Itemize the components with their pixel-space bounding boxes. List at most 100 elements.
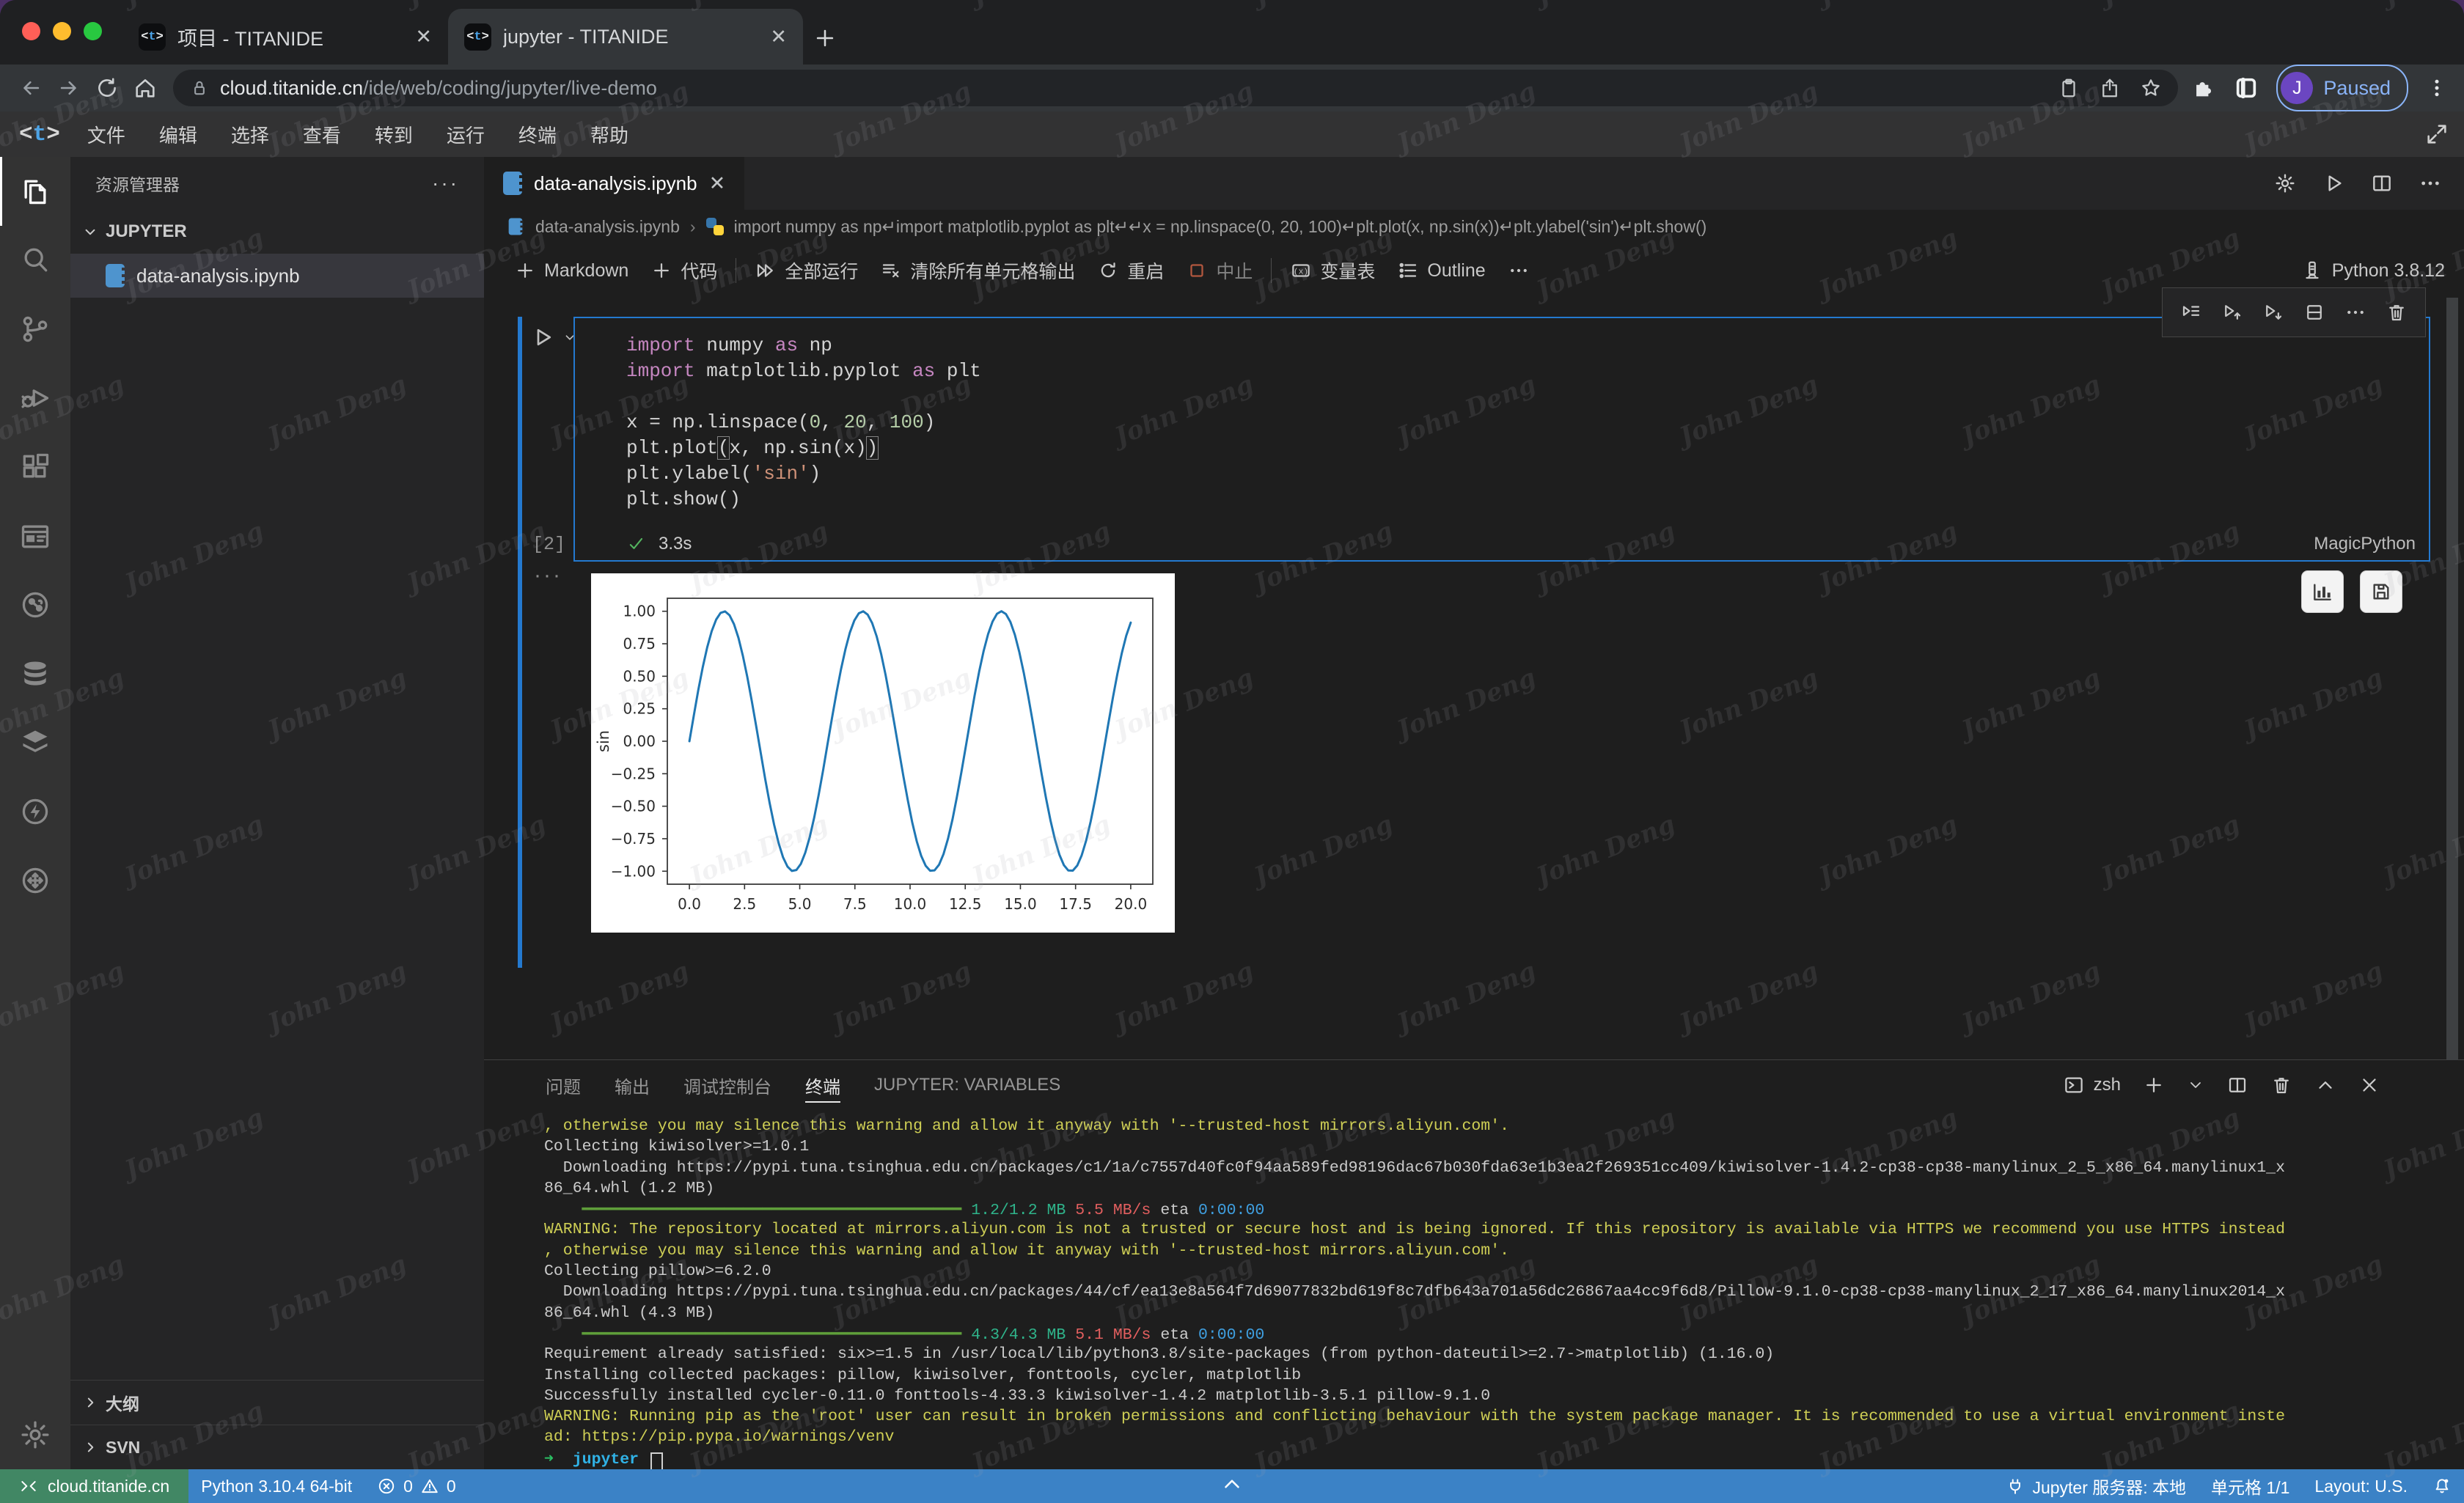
delete-cell-button[interactable] — [2380, 295, 2413, 329]
menu-file[interactable]: 文件 — [70, 117, 142, 151]
output-options-icon[interactable]: ··· — [534, 563, 562, 588]
save-output-button[interactable] — [2360, 570, 2402, 613]
sidebar-more-actions[interactable]: ··· — [432, 172, 459, 195]
breadcrumb-file[interactable]: data-analysis.ipynb — [535, 217, 680, 237]
editor-tab-notebook[interactable]: data-analysis.ipynb ✕ — [484, 157, 744, 210]
expand-fullscreen-icon[interactable] — [2424, 122, 2449, 147]
menu-selection[interactable]: 选择 — [214, 117, 286, 151]
maximize-panel-chevron-icon[interactable] — [2314, 1074, 2336, 1096]
browser-tab-project[interactable]: <t> 项目 - TITANIDE ✕ — [122, 9, 448, 65]
menu-help[interactable]: 帮助 — [573, 117, 645, 151]
activity-source-control[interactable] — [0, 295, 70, 364]
run-cell-icon[interactable] — [529, 324, 556, 350]
browser-profile-chip[interactable]: J Paused — [2276, 65, 2408, 111]
close-tab-icon[interactable]: ✕ — [415, 26, 432, 48]
activity-explorer[interactable] — [0, 157, 70, 226]
cell-language-label[interactable]: MagicPython — [2314, 534, 2416, 554]
close-editor-tab-icon[interactable]: ✕ — [709, 172, 726, 195]
reload-button[interactable] — [88, 69, 126, 107]
split-cell-button[interactable] — [2298, 295, 2331, 329]
clipboard-icon[interactable] — [2058, 77, 2080, 99]
new-terminal-plus-icon[interactable] — [2143, 1074, 2165, 1096]
code-editor[interactable]: import numpy as npimport matplotlib.pypl… — [626, 334, 2414, 514]
home-button[interactable] — [126, 69, 164, 107]
clear-outputs-button[interactable]: 清除所有单元格输出 — [869, 252, 1086, 289]
terminal-dropdown-chevron-icon[interactable] — [2187, 1076, 2204, 1094]
sidebar-section-svn[interactable]: SVN — [70, 1425, 484, 1469]
activity-run-debug[interactable] — [0, 364, 70, 433]
activity-extensions[interactable] — [0, 433, 70, 501]
menu-edit[interactable]: 编辑 — [142, 117, 214, 151]
activity-remote-tools[interactable] — [0, 846, 70, 915]
activity-database[interactable] — [0, 639, 70, 708]
code-cell[interactable]: import numpy as npimport matplotlib.pypl… — [573, 317, 2430, 562]
variables-button[interactable]: (x) 变量表 — [1279, 252, 1386, 289]
menu-view[interactable]: 查看 — [286, 117, 358, 151]
change-presentation-button[interactable] — [2301, 570, 2344, 613]
activity-browser-preview[interactable] — [0, 501, 70, 570]
split-terminal-icon[interactable] — [2226, 1074, 2248, 1096]
kebab-menu-icon[interactable] — [2426, 77, 2448, 99]
sidebar-file-notebook[interactable]: data-analysis.ipynb — [70, 254, 484, 298]
bookmark-star-icon[interactable] — [2140, 77, 2162, 99]
sidebar-section-outline[interactable]: 大纲 — [70, 1380, 484, 1425]
breadcrumb-cell-code[interactable]: import numpy as np↵import matplotlib.pyp… — [734, 217, 1707, 237]
execute-below-button[interactable] — [2256, 295, 2290, 329]
add-markdown-button[interactable]: Markdown — [503, 252, 639, 289]
new-tab-button[interactable] — [803, 16, 847, 60]
sidebar-section-jupyter[interactable]: JUPYTER — [70, 210, 484, 254]
more-actions-icon[interactable] — [2419, 172, 2442, 195]
execute-by-line-button[interactable] — [2174, 295, 2208, 329]
remote-indicator[interactable]: cloud.titanide.cn — [0, 1469, 188, 1503]
panel-tab-output[interactable]: 输出 — [615, 1060, 650, 1110]
activity-project-graph[interactable] — [0, 570, 70, 639]
notebook-settings-gear-icon[interactable] — [2273, 172, 2297, 195]
menu-goto[interactable]: 转到 — [358, 117, 430, 151]
browser-tab-jupyter[interactable]: <t> jupyter - TITANIDE ✕ — [448, 9, 803, 65]
close-panel-icon[interactable] — [2358, 1074, 2380, 1096]
menu-terminal[interactable]: 终端 — [502, 117, 573, 151]
back-button[interactable] — [12, 69, 50, 107]
panel-tab-problems[interactable]: 问题 — [546, 1060, 581, 1110]
breadcrumb[interactable]: data-analysis.ipynb › import numpy as np… — [484, 210, 2464, 243]
run-all-button[interactable]: 全部运行 — [744, 252, 869, 289]
activity-search[interactable] — [0, 226, 70, 295]
close-tab-icon[interactable]: ✕ — [770, 26, 787, 48]
panel-tab-terminal[interactable]: 终端 — [805, 1060, 840, 1110]
run-icon[interactable] — [2322, 172, 2345, 195]
panel-tab-debug-console[interactable]: 调试控制台 — [683, 1060, 771, 1110]
layout-status[interactable]: Layout: U.S. — [2302, 1469, 2420, 1503]
forward-button[interactable] — [50, 69, 88, 107]
toolbar-more-button[interactable] — [1497, 252, 1541, 289]
problems-status[interactable]: 0 0 — [364, 1469, 469, 1503]
notifications-bell[interactable] — [2420, 1469, 2464, 1503]
outline-button[interactable]: Outline — [1386, 252, 1496, 289]
kill-terminal-trash-icon[interactable] — [2270, 1074, 2292, 1096]
jupyter-server-status[interactable]: Jupyter 服务器: 本地 — [1993, 1469, 2199, 1503]
menu-run[interactable]: 运行 — [430, 117, 502, 151]
activity-power[interactable] — [0, 777, 70, 846]
cell-position-status[interactable]: 单元格 1/1 — [2199, 1469, 2302, 1503]
execute-above-button[interactable] — [2215, 295, 2249, 329]
activity-settings[interactable] — [0, 1400, 70, 1469]
address-bar[interactable]: cloud.titanide.cn/ide/web/coding/jupyter… — [173, 70, 2178, 106]
kernel-picker[interactable]: Python 3.8.12 — [2301, 260, 2445, 282]
add-code-button[interactable]: 代码 — [639, 252, 728, 289]
editor-scrollbar[interactable] — [2446, 298, 2458, 1060]
panel-tab-jupyter-variables[interactable]: JUPYTER: VARIABLES — [874, 1060, 1060, 1110]
split-editor-icon[interactable] — [2370, 172, 2394, 195]
python-version-status[interactable]: Python 3.10.4 64-bit — [188, 1469, 364, 1503]
minimize-window-button[interactable] — [53, 22, 71, 40]
cell-more-button[interactable] — [2339, 295, 2372, 329]
interrupt-button[interactable]: 中止 — [1175, 252, 1264, 289]
close-window-button[interactable] — [22, 22, 40, 40]
maximize-window-button[interactable] — [84, 22, 102, 40]
share-icon[interactable] — [2099, 77, 2121, 99]
restart-button[interactable]: 重启 — [1086, 252, 1175, 289]
terminal-shell-selector[interactable]: zsh — [2063, 1074, 2121, 1096]
terminal-output[interactable]: , otherwise you may silence this warning… — [484, 1110, 2464, 1469]
side-panel-icon[interactable] — [2234, 76, 2259, 100]
panel-expand-handle[interactable] — [1209, 1468, 1255, 1500]
activity-layers[interactable] — [0, 708, 70, 777]
extensions-puzzle-icon[interactable] — [2191, 76, 2216, 100]
